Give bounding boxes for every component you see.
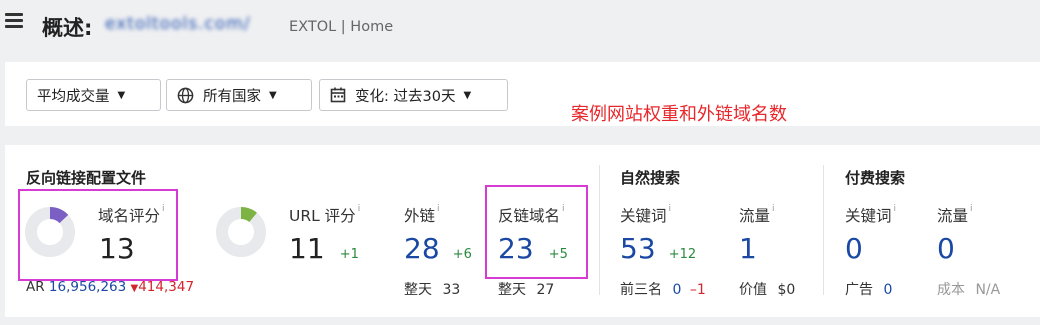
ar-value[interactable]: 16,956,263: [49, 279, 126, 295]
info-icon[interactable]: i: [772, 204, 775, 214]
caret-down-icon: ▼: [269, 89, 277, 101]
divider: [823, 165, 824, 295]
paid-traffic-label: 流量: [937, 207, 969, 225]
divider: [599, 165, 600, 295]
paid-ads-row: 广告 0: [845, 279, 892, 299]
backlinks-sub-label: 整天: [404, 282, 432, 298]
ur-value: 11: [289, 232, 325, 265]
info-icon[interactable]: i: [894, 204, 897, 214]
paid-ads-label: 广告: [845, 282, 873, 298]
page-subtitle: EXTOL | Home: [289, 19, 394, 35]
backlinks-delta: +6: [452, 247, 472, 262]
ur-donut-chart: [216, 207, 266, 257]
caret-down-icon: ▼: [463, 89, 472, 101]
caret-down-icon: ▼: [117, 89, 126, 101]
organic-top3-label: 前三名: [620, 282, 662, 298]
ref-domains-sub-value: 27: [536, 282, 555, 298]
paid-traffic-label-wrap[interactable]: 流量 i: [937, 204, 973, 226]
organic-value-label: 价值: [739, 282, 767, 298]
organic-search-title: 自然搜索: [620, 169, 681, 187]
paid-keywords-value[interactable]: 0: [845, 232, 863, 265]
organic-keywords-value-row: 53 +12: [620, 232, 696, 265]
metric-dropdown[interactable]: 平均成交量 ▼: [26, 79, 161, 111]
organic-traffic-value[interactable]: 1: [739, 232, 757, 265]
domain-link[interactable]: extoltools.com/: [105, 14, 251, 34]
filter-panel: 平均成交量 ▼ 所有国家 ▼ 变化: 过去30天 ▼ 案例网站权重和外链域名数: [5, 62, 1040, 126]
organic-value-row: 价值 $0: [739, 279, 795, 299]
backlinks-value-row: 28 +6: [404, 232, 472, 265]
highlight-box-ref-domains: [485, 185, 588, 279]
calendar-icon: [330, 87, 346, 103]
ur-delta: +1: [339, 247, 359, 262]
organic-top3-delta: –1: [689, 282, 706, 298]
metric-dropdown-label: 平均成交量: [37, 88, 110, 105]
ur-label-wrap[interactable]: URL 评分 i: [289, 204, 360, 226]
hamburger-menu-icon[interactable]: [5, 13, 23, 29]
organic-value-amount: $0: [777, 282, 796, 298]
ar-label: AR: [26, 279, 45, 295]
backlinks-sub-row: 整天 33: [404, 279, 460, 299]
organic-keywords-value[interactable]: 53: [620, 232, 656, 265]
highlight-box-dr: [18, 189, 178, 281]
ref-domains-sub-label: 整天: [498, 282, 526, 298]
paid-traffic-value[interactable]: 0: [937, 232, 955, 265]
info-icon[interactable]: i: [437, 204, 440, 214]
change-period-dropdown[interactable]: 变化: 过去30天 ▼: [319, 79, 508, 111]
organic-traffic-label: 流量: [739, 207, 771, 225]
paid-keywords-label-wrap[interactable]: 关键词 i: [845, 204, 896, 226]
organic-keywords-delta: +12: [668, 247, 697, 262]
organic-keywords-label: 关键词: [620, 207, 667, 225]
organic-top3-value[interactable]: 0: [672, 282, 681, 298]
paid-ads-value[interactable]: 0: [883, 282, 892, 298]
paid-search-title: 付费搜索: [845, 169, 906, 187]
ref-domains-sub-row: 整天 27: [498, 279, 554, 299]
paid-cost-row: 成本 N/A: [937, 279, 1000, 299]
change-period-label: 变化: 过去30天: [355, 88, 456, 105]
ur-value-row: 11 +1: [289, 232, 359, 265]
paid-cost-label: 成本: [937, 282, 965, 298]
backlinks-label: 外链: [404, 207, 436, 225]
page-header: 概述: extoltools.com/ EXTOL | Home: [0, 0, 1040, 56]
page-title: 概述:: [42, 16, 93, 40]
metrics-panel: 反向链接配置文件 域名评分 i 13 AR 16,956,263 ▼414,347…: [5, 145, 1040, 317]
ar-delta: 414,347: [138, 279, 195, 295]
backlinks-label-wrap[interactable]: 外链 i: [404, 204, 440, 226]
country-dropdown[interactable]: 所有国家 ▼: [166, 79, 312, 111]
ur-label: URL 评分: [289, 207, 356, 225]
backlink-profile-title: 反向链接配置文件: [26, 169, 147, 187]
ar-row: AR 16,956,263 ▼414,347: [26, 279, 194, 295]
info-icon[interactable]: i: [970, 204, 973, 214]
paid-keywords-label: 关键词: [845, 207, 892, 225]
organic-keywords-label-wrap[interactable]: 关键词 i: [620, 204, 671, 226]
globe-icon: [177, 87, 194, 103]
organic-top3-row: 前三名 0 –1: [620, 279, 706, 299]
backlinks-sub-value: 33: [442, 282, 461, 298]
country-dropdown-label: 所有国家: [203, 88, 261, 105]
info-icon[interactable]: i: [669, 204, 672, 214]
organic-traffic-label-wrap[interactable]: 流量 i: [739, 204, 775, 226]
backlinks-value[interactable]: 28: [404, 232, 440, 265]
annotation-text: 案例网站权重和外链域名数: [571, 104, 787, 125]
paid-cost-value: N/A: [975, 282, 1001, 298]
info-icon[interactable]: i: [358, 204, 361, 214]
